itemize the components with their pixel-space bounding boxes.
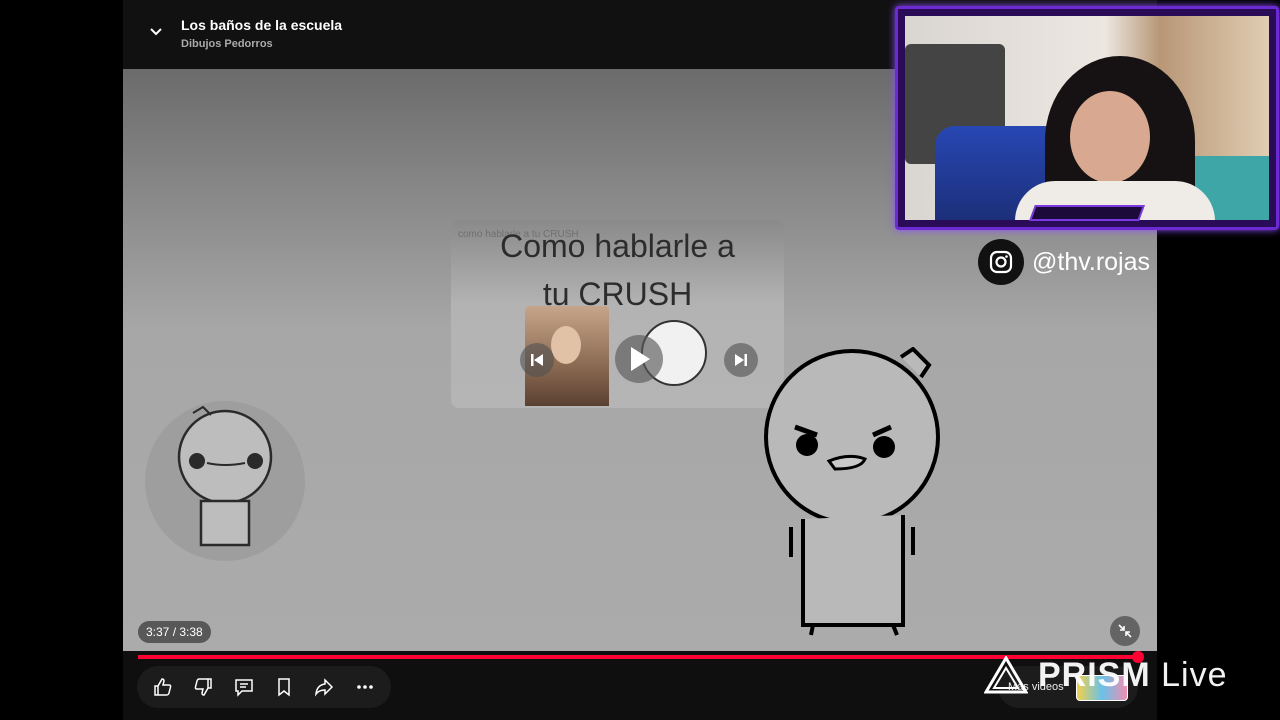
collapse-button[interactable] xyxy=(145,20,167,42)
share-icon xyxy=(315,678,334,697)
dislike-icon xyxy=(195,678,213,696)
prism-live-watermark: PRISM Live xyxy=(984,654,1228,696)
play-button[interactable] xyxy=(615,335,663,383)
endscreen-title-line2: tu CRUSH xyxy=(542,276,693,312)
video-title: Los baños de la escuela xyxy=(181,17,343,33)
channel-name[interactable]: Dibujos Pedorros xyxy=(181,38,273,50)
instagram-tag: @thv.rojas xyxy=(978,239,1151,285)
webcam-overlay xyxy=(895,6,1279,230)
comment-icon xyxy=(235,679,253,697)
share-button[interactable] xyxy=(307,670,341,704)
save-button[interactable] xyxy=(267,670,301,704)
comments-button[interactable] xyxy=(227,670,261,704)
like-button[interactable] xyxy=(146,670,180,704)
endscreen-card[interactable]: como hablarle a tu CRUSH Como hablarle a… xyxy=(451,220,784,408)
more-options-button[interactable] xyxy=(348,670,382,704)
endscreen-title-line1: Como hablarle a xyxy=(500,228,735,264)
prism-logo-icon xyxy=(984,656,1028,694)
collapse-icon xyxy=(1118,624,1132,638)
skip-next-icon xyxy=(735,354,747,366)
webcam-feed xyxy=(905,16,1269,220)
instagram-handle: @thv.rojas xyxy=(1032,247,1151,276)
screen: Los baños de la escuela Dibujos Pedorros… xyxy=(0,0,1280,720)
webcam-frame-tab xyxy=(1029,205,1145,221)
skip-previous-icon xyxy=(531,354,543,366)
play-icon xyxy=(631,347,650,371)
save-icon xyxy=(278,678,290,697)
more-icon xyxy=(356,685,373,689)
thumbnail-doodle xyxy=(145,401,305,561)
previous-button[interactable] xyxy=(520,343,554,377)
time-display: 3:37 / 3:38 xyxy=(138,621,211,643)
instagram-icon xyxy=(978,239,1024,285)
like-icon xyxy=(154,678,172,696)
chevron-down-icon xyxy=(150,28,162,36)
dislike-button[interactable] xyxy=(186,670,220,704)
prism-live-text: PRISM Live xyxy=(1038,655,1228,694)
minimize-button[interactable] xyxy=(1110,616,1140,646)
endscreen-card-title: Como hablarle a tu CRUSH xyxy=(451,222,784,318)
action-bar xyxy=(137,666,391,708)
cartoon-character xyxy=(753,346,953,637)
